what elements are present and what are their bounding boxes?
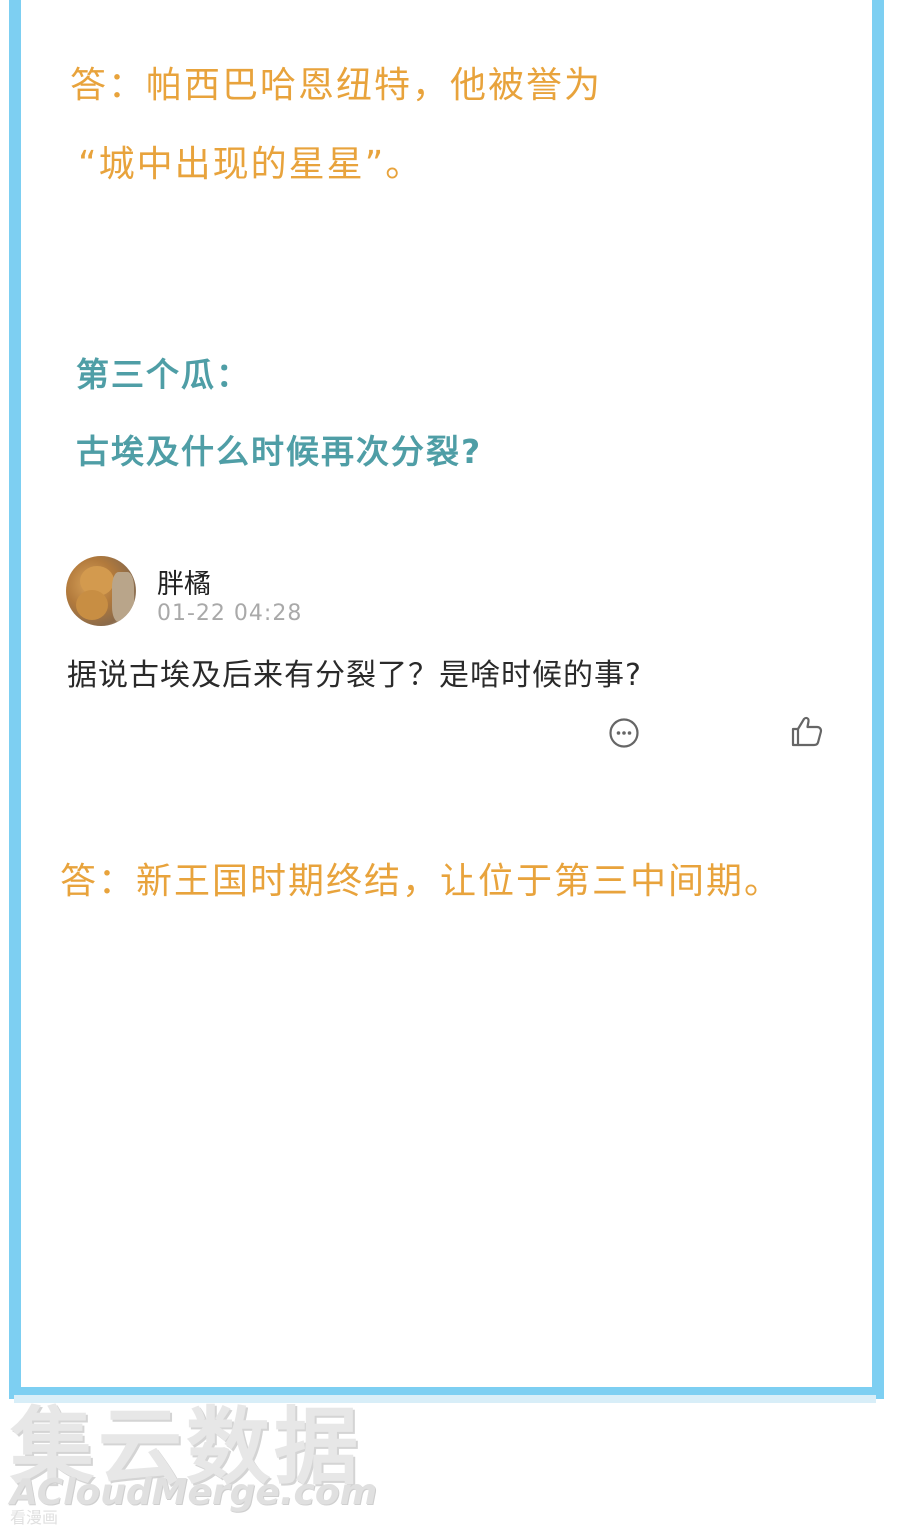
watermark: 集云数据 ACloudMerge.com 看漫画 bbox=[10, 1380, 380, 1527]
username[interactable]: 胖橘 bbox=[157, 562, 211, 601]
watermark-small: 看漫画 bbox=[10, 1508, 59, 1527]
question-3-text: 古埃及什么时候再次分裂? bbox=[76, 432, 483, 471]
post-timestamp: 01-22 04:28 bbox=[157, 601, 303, 626]
post-content: 据说古埃及后来有分裂了？是啥时候的事? bbox=[67, 658, 642, 693]
thumbs-up-icon[interactable] bbox=[789, 714, 825, 750]
avatar[interactable] bbox=[66, 556, 136, 626]
answer-1-line-2: “城中出现的星星”。 bbox=[78, 144, 424, 185]
content-frame bbox=[9, 0, 884, 1399]
comment-icon[interactable] bbox=[606, 715, 642, 751]
answer-1-line-1: 答：帕西巴哈恩纽特，他被誉为 bbox=[70, 65, 603, 106]
answer-2: 答：新王国时期终结，让位于第三中间期。 bbox=[60, 861, 783, 902]
question-3-heading: 第三个瓜： bbox=[76, 355, 251, 394]
watermark-english: ACloudMerge.com bbox=[10, 1472, 378, 1513]
